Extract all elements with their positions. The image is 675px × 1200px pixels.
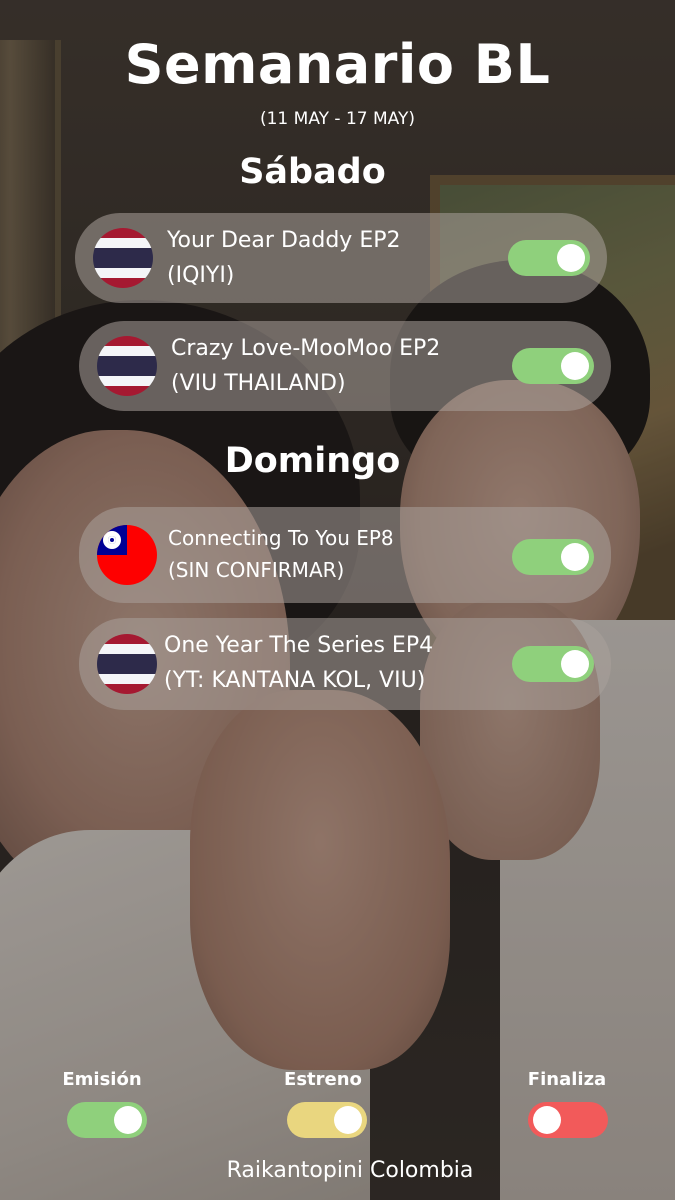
date-range: (11 MAY - 17 MAY) xyxy=(259,109,415,129)
show-info: Connecting To You EP8 (SIN CONFIRMAR) xyxy=(168,522,394,586)
show-info: Your Dear Daddy EP2 (IQIYI) xyxy=(167,223,400,293)
schedule-poster: Semanario BL (11 MAY - 17 MAY) Sábado Yo… xyxy=(0,0,675,1200)
status-toggle-emision[interactable] xyxy=(512,646,594,682)
legend-toggle-finaliza[interactable] xyxy=(528,1102,608,1138)
show-platform: (VIU THAILAND) xyxy=(171,371,346,396)
show-card[interactable]: Your Dear Daddy EP2 (IQIYI) xyxy=(75,213,607,303)
thailand-flag-icon xyxy=(97,634,157,694)
day-heading-saturday: Sábado xyxy=(239,152,386,192)
day-heading-sunday: Domingo xyxy=(224,441,401,481)
show-title: Connecting To You EP8 xyxy=(168,526,394,550)
thailand-flag-icon xyxy=(97,336,157,396)
status-toggle-emision[interactable] xyxy=(512,348,594,384)
show-card[interactable]: One Year The Series EP4 (YT: KANTANA KOL… xyxy=(79,618,611,710)
legend-toggle-emision[interactable] xyxy=(67,1102,147,1138)
legend-toggle-estreno[interactable] xyxy=(287,1102,367,1138)
legend-label-finaliza: Finaliza xyxy=(527,1069,607,1090)
show-title: Crazy Love-MooMoo EP2 xyxy=(171,336,441,361)
thailand-flag-icon xyxy=(93,228,153,288)
status-toggle-emision[interactable] xyxy=(508,240,590,276)
status-toggle-emision[interactable] xyxy=(512,539,594,575)
taiwan-flag-icon xyxy=(97,525,157,585)
footer-credit: Raikantopini Colombia xyxy=(226,1158,474,1183)
show-platform: (IQIYI) xyxy=(167,263,235,288)
show-card[interactable]: Crazy Love-MooMoo EP2 (VIU THAILAND) xyxy=(79,321,611,411)
show-title: Your Dear Daddy EP2 xyxy=(167,228,401,253)
show-platform: (YT: KANTANA KOL, VIU) xyxy=(164,668,426,693)
show-info: Crazy Love-MooMoo EP2 (VIU THAILAND) xyxy=(171,331,440,401)
show-title: One Year The Series EP4 xyxy=(164,633,434,658)
show-platform: (SIN CONFIRMAR) xyxy=(168,558,345,582)
legend-label-estreno: Estreno xyxy=(284,1069,362,1090)
show-card[interactable]: Connecting To You EP8 (SIN CONFIRMAR) xyxy=(79,507,611,603)
legend-label-emision: Emisión xyxy=(62,1069,142,1090)
page-title: Semanario BL xyxy=(124,33,551,96)
show-info: One Year The Series EP4 (YT: KANTANA KOL… xyxy=(164,628,433,698)
